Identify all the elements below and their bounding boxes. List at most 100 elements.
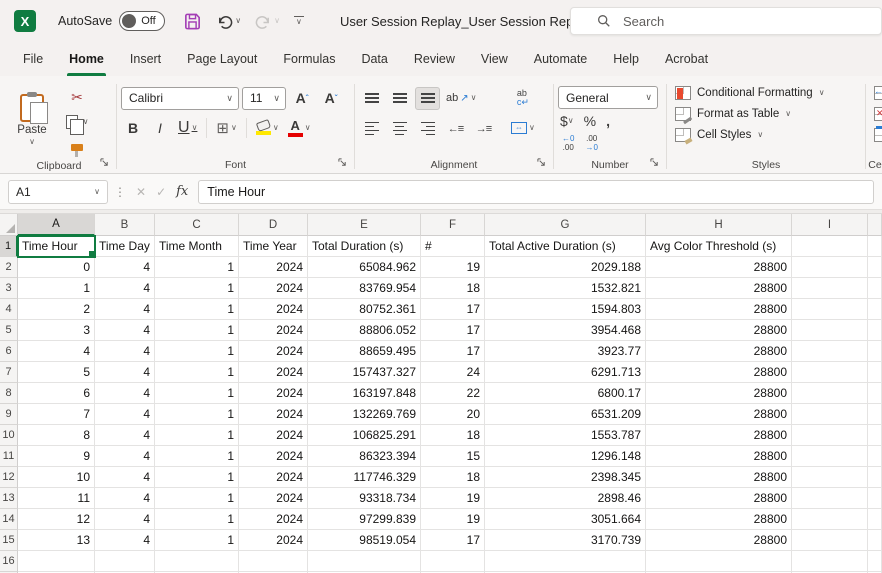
row-header-9[interactable]: 9 — [0, 404, 18, 425]
comma-button[interactable]: , — [604, 113, 612, 129]
cell-I13[interactable] — [792, 488, 868, 509]
cell-F15[interactable]: 17 — [421, 530, 485, 551]
cell-F7[interactable]: 24 — [421, 362, 485, 383]
cell-H3[interactable]: 28800 — [646, 278, 792, 299]
increase-indent-button[interactable]: →≡ — [471, 117, 496, 140]
row-header-14[interactable]: 14 — [0, 509, 18, 530]
cell-B9[interactable]: 4 — [95, 404, 155, 425]
cell-F13[interactable]: 19 — [421, 488, 485, 509]
cell-E2[interactable]: 65084.962 — [308, 257, 421, 278]
cell-B5[interactable]: 4 — [95, 320, 155, 341]
cell-C6[interactable]: 1 — [155, 341, 239, 362]
borders-button[interactable]: ⊞∨ — [213, 116, 239, 140]
column-header-H[interactable]: H — [646, 214, 792, 236]
cell-A14[interactable]: 12 — [18, 509, 95, 530]
wrap-text-button[interactable]: abc↵ — [508, 86, 538, 109]
currency-dropdown-icon[interactable]: ∨ — [568, 117, 574, 125]
cell-I1[interactable] — [792, 236, 868, 257]
merge-center-button[interactable]: ⇔ ∨ — [508, 116, 538, 139]
cell-C13[interactable]: 1 — [155, 488, 239, 509]
autosave-toggle[interactable]: Off — [119, 11, 165, 31]
cell-B3[interactable]: 4 — [95, 278, 155, 299]
cell-E6[interactable]: 88659.495 — [308, 341, 421, 362]
cell-E12[interactable]: 117746.329 — [308, 467, 421, 488]
increase-font-button[interactable]: Aˆ — [289, 86, 315, 110]
cell-I7[interactable] — [792, 362, 868, 383]
cell-I14[interactable] — [792, 509, 868, 530]
cell-F14[interactable]: 19 — [421, 509, 485, 530]
cell-D4[interactable]: 2024 — [239, 299, 308, 320]
borders-dropdown-icon[interactable]: ∨ — [231, 124, 237, 132]
decrease-font-button[interactable]: Aˇ — [318, 86, 344, 110]
tab-view[interactable]: View — [468, 42, 521, 76]
cell-E5[interactable]: 88806.052 — [308, 320, 421, 341]
cell-C2[interactable]: 1 — [155, 257, 239, 278]
tab-review[interactable]: Review — [401, 42, 468, 76]
cell-B12[interactable]: 4 — [95, 467, 155, 488]
tab-data[interactable]: Data — [348, 42, 400, 76]
underline-dropdown-icon[interactable]: ∨ — [192, 124, 198, 132]
cell-A3[interactable]: 1 — [18, 278, 95, 299]
row-header-2[interactable]: 2 — [0, 257, 18, 278]
copy-button[interactable]: ∨ — [64, 111, 90, 133]
cell-G10[interactable]: 1553.787 — [485, 425, 646, 446]
cell-I2[interactable] — [792, 257, 868, 278]
cell-D1[interactable]: Time Year — [239, 236, 308, 257]
clipboard-dialog-launcher[interactable] — [100, 158, 109, 170]
cell-C14[interactable]: 1 — [155, 509, 239, 530]
cell-D13[interactable]: 2024 — [239, 488, 308, 509]
tab-insert[interactable]: Insert — [117, 42, 174, 76]
column-header-E[interactable]: E — [308, 214, 421, 236]
align-top-button[interactable] — [359, 87, 384, 110]
cell-G14[interactable]: 3051.664 — [485, 509, 646, 530]
cell-G4[interactable]: 1594.803 — [485, 299, 646, 320]
tab-automate[interactable]: Automate — [521, 42, 601, 76]
column-header-I[interactable]: I — [792, 214, 868, 236]
column-header-B[interactable]: B — [95, 214, 155, 236]
cell-A13[interactable]: 11 — [18, 488, 95, 509]
excel-logo-icon[interactable]: X — [14, 10, 36, 32]
cell-D3[interactable]: 2024 — [239, 278, 308, 299]
search-input[interactable]: Search — [570, 7, 882, 35]
cell-A7[interactable]: 5 — [18, 362, 95, 383]
font-color-button[interactable]: A ∨ — [285, 116, 314, 140]
column-header-C[interactable]: C — [155, 214, 239, 236]
styles-item-conditional-formatting[interactable]: Conditional Formatting∨ — [671, 84, 829, 102]
orientation-dropdown-icon[interactable]: ∨ — [471, 94, 477, 102]
cell-G6[interactable]: 3923.77 — [485, 341, 646, 362]
cell-I10[interactable] — [792, 425, 868, 446]
cell-G9[interactable]: 6531.209 — [485, 404, 646, 425]
undo-dropdown-icon[interactable]: ∨ — [235, 17, 241, 25]
cell-H8[interactable]: 28800 — [646, 383, 792, 404]
cell-D7[interactable]: 2024 — [239, 362, 308, 383]
cut-button[interactable]: ✂ — [64, 86, 90, 108]
cell-D9[interactable]: 2024 — [239, 404, 308, 425]
cell-A4[interactable]: 2 — [18, 299, 95, 320]
orientation-button[interactable]: ab↗∨ — [443, 86, 480, 110]
tab-formulas[interactable]: Formulas — [270, 42, 348, 76]
cell-G12[interactable]: 2398.345 — [485, 467, 646, 488]
cell-F16[interactable] — [421, 551, 485, 572]
cell-C5[interactable]: 1 — [155, 320, 239, 341]
row-header-1[interactable]: 1 — [0, 236, 18, 257]
cell-H11[interactable]: 28800 — [646, 446, 792, 467]
cell-I6[interactable] — [792, 341, 868, 362]
cell-B2[interactable]: 4 — [95, 257, 155, 278]
cell-A1[interactable]: Time Hour — [18, 236, 95, 257]
cell-D15[interactable]: 2024 — [239, 530, 308, 551]
cell-E15[interactable]: 98519.054 — [308, 530, 421, 551]
cell-H13[interactable]: 28800 — [646, 488, 792, 509]
cell-E14[interactable]: 97299.839 — [308, 509, 421, 530]
cell-D5[interactable]: 2024 — [239, 320, 308, 341]
undo-button[interactable]: ∨ — [216, 13, 241, 30]
cell-F1[interactable]: # — [421, 236, 485, 257]
formula-input[interactable]: Time Hour — [198, 180, 874, 204]
row-header-11[interactable]: 11 — [0, 446, 18, 467]
cell-G2[interactable]: 2029.188 — [485, 257, 646, 278]
cell-I9[interactable] — [792, 404, 868, 425]
cell-D14[interactable]: 2024 — [239, 509, 308, 530]
cell-D2[interactable]: 2024 — [239, 257, 308, 278]
column-header-G[interactable]: G — [485, 214, 646, 236]
cell-F8[interactable]: 22 — [421, 383, 485, 404]
cell-I3[interactable] — [792, 278, 868, 299]
